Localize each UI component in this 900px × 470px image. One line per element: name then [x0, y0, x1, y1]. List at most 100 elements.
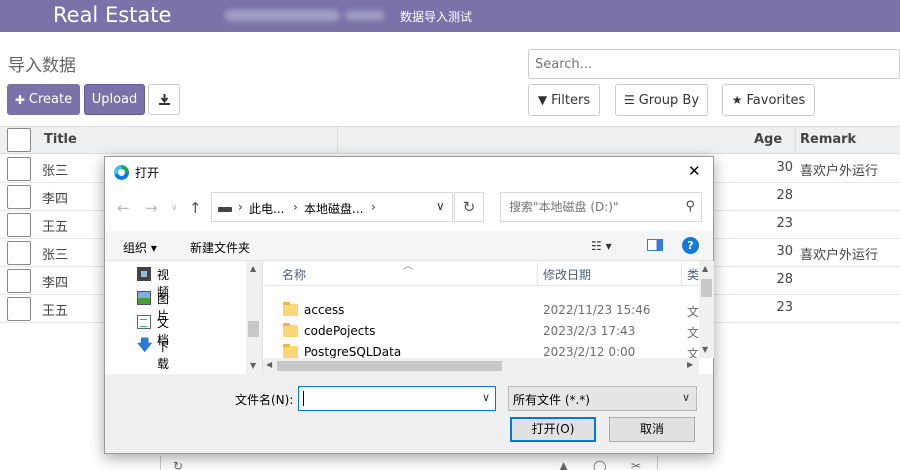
drive-icon — [218, 207, 232, 212]
plus-icon: ✚ — [14, 92, 25, 107]
row-checkbox[interactable] — [7, 269, 31, 293]
document-icon — [137, 315, 151, 329]
breadcrumb-separator-icon: › — [238, 200, 243, 214]
blurred-menu-item[interactable] — [225, 10, 340, 21]
top-navbar: Real Estate 数据导入测试 — [0, 0, 900, 32]
row-checkbox[interactable] — [7, 157, 31, 181]
scrollbar-thumb[interactable] — [248, 321, 259, 337]
download-arrow-icon: 🡇 — [137, 336, 153, 354]
new-folder-button[interactable]: 新建文件夹 — [190, 239, 250, 256]
preview-pane-icon[interactable] — [647, 239, 663, 251]
file-name: access — [304, 303, 345, 317]
view-options-icon[interactable]: ☷ ▾ — [591, 239, 612, 253]
app-title[interactable]: Real Estate — [53, 3, 171, 27]
filetype-select[interactable]: 所有文件 (*.*) ∨ — [508, 386, 697, 411]
folder-search-box[interactable]: ⚲ — [500, 192, 702, 222]
scrollbar-thumb[interactable] — [701, 279, 712, 297]
row-checkbox[interactable] — [7, 213, 31, 237]
file-modified: 2023/2/3 17:43 — [543, 324, 636, 338]
refresh-icon: ↻ — [462, 198, 476, 216]
forward-arrow-icon[interactable]: → — [145, 199, 158, 217]
file-list-horizontal-scrollbar[interactable]: ◀ ▶ — [263, 358, 699, 374]
column-name[interactable]: 名称 — [282, 266, 306, 283]
row-checkbox[interactable] — [7, 241, 31, 265]
row-checkbox[interactable] — [7, 185, 31, 209]
breadcrumb-local-disk[interactable]: 本地磁盘... — [304, 200, 363, 217]
star-icon: ★ — [731, 93, 743, 107]
scroll-right-arrow-icon[interactable]: ▶ — [687, 360, 693, 369]
chevron-down-icon[interactable]: ∨ — [436, 199, 445, 213]
row-checkbox[interactable] — [7, 297, 31, 321]
groupby-button[interactable]: ☰ Group By — [615, 84, 708, 116]
column-modified[interactable]: 修改日期 — [543, 266, 591, 283]
scroll-down-arrow-icon[interactable]: ▼ — [702, 345, 708, 354]
column-type[interactable]: 类 — [687, 266, 699, 283]
column-remark[interactable]: Remark — [800, 132, 856, 147]
filename-input[interactable] — [299, 387, 471, 410]
file-list-vertical-scrollbar[interactable]: ▲ ▼ — [699, 261, 714, 358]
filetype-value: 所有文件 (*.*) — [513, 393, 590, 407]
file-type: 文 — [687, 305, 700, 319]
search-icon: ⚲ — [685, 199, 695, 214]
scroll-up-arrow-icon[interactable]: ▲ — [250, 264, 256, 273]
chevron-down-icon[interactable]: ∨ — [482, 391, 490, 404]
scroll-left-arrow-icon[interactable]: ◀ — [266, 360, 272, 369]
row-title: 张三 — [42, 164, 69, 179]
file-row[interactable]: access 2022/11/23 15:46 文 — [263, 300, 699, 321]
breadcrumb-this-pc[interactable]: 此电... — [249, 200, 284, 217]
row-age: 28 — [776, 188, 793, 203]
scroll-up-arrow-icon[interactable]: ▲ — [702, 264, 708, 273]
refresh-button[interactable]: ↻ — [454, 192, 484, 222]
organize-menu[interactable]: 组织 ▾ — [123, 239, 157, 256]
blurred-menu-item[interactable] — [345, 11, 385, 20]
file-row[interactable]: codePojects 2023/2/3 17:43 文 — [263, 321, 699, 342]
search-box[interactable] — [528, 49, 900, 79]
filename-label: 文件名(N): — [235, 393, 294, 407]
upload-label: Upload — [91, 92, 138, 107]
search-input[interactable] — [529, 50, 899, 78]
download-button[interactable] — [148, 84, 180, 115]
filter-icon: ▼ — [537, 93, 548, 107]
help-icon[interactable]: ? — [682, 237, 699, 254]
row-age: 23 — [776, 216, 793, 231]
folder-search-input[interactable] — [501, 193, 671, 221]
column-age[interactable]: Age — [754, 132, 782, 147]
filters-button[interactable]: ▼ Filters — [528, 84, 600, 116]
recent-locations-chevron-icon[interactable]: ∨ — [171, 203, 178, 213]
close-icon[interactable]: ✕ — [688, 162, 701, 180]
back-arrow-icon[interactable]: ← — [117, 199, 130, 217]
column-divider — [795, 127, 796, 153]
open-button[interactable]: 打开(O) — [510, 417, 596, 442]
row-age: 30 — [776, 160, 793, 175]
scroll-down-arrow-icon[interactable]: ▼ — [250, 361, 256, 370]
picture-icon — [137, 291, 151, 305]
dialog-titlebar[interactable]: 打开 ✕ — [105, 157, 713, 187]
cancel-button[interactable]: 取消 — [609, 417, 695, 442]
folder-icon — [283, 302, 298, 316]
file-list-pane: ︿ 名称 修改日期 类 access 2022/11/23 15:46 文 co… — [262, 261, 714, 374]
scrollbar-thumb[interactable] — [277, 361, 502, 371]
navigation-toolbar: ← → ∨ ↑ › 此电... › 本地磁盘... › ∨ ↻ ⚲ — [105, 187, 713, 231]
file-name: codePojects — [304, 324, 376, 338]
chevron-down-icon: ∨ — [681, 391, 690, 404]
upload-button[interactable]: Upload — [84, 84, 145, 115]
breadcrumb-separator-icon: › — [293, 200, 298, 214]
create-button[interactable]: ✚ Create — [7, 84, 80, 115]
address-bar[interactable]: › 此电... › 本地磁盘... › ∨ — [211, 192, 453, 222]
favorites-button[interactable]: ★ Favorites — [722, 84, 815, 116]
column-title[interactable]: Title — [44, 132, 77, 147]
filename-combobox[interactable]: ∨ — [298, 386, 496, 411]
download-icon — [158, 94, 170, 105]
list-header: Title Age Remark — [0, 126, 900, 154]
nav-pane-scrollbar[interactable]: ▲ ▼ — [246, 261, 261, 374]
up-arrow-icon[interactable]: ↑ — [189, 199, 202, 217]
column-divider — [681, 261, 682, 286]
breadcrumb-separator-icon: › — [371, 200, 376, 214]
row-age: 23 — [776, 300, 793, 315]
select-all-checkbox[interactable] — [7, 128, 31, 152]
row-title: 张三 — [42, 248, 69, 263]
file-list-header: ︿ 名称 修改日期 类 — [263, 261, 699, 286]
groupby-label: Group By — [638, 92, 700, 108]
file-type: 文 — [687, 326, 700, 340]
menu-item-data-import[interactable]: 数据导入测试 — [400, 8, 472, 25]
